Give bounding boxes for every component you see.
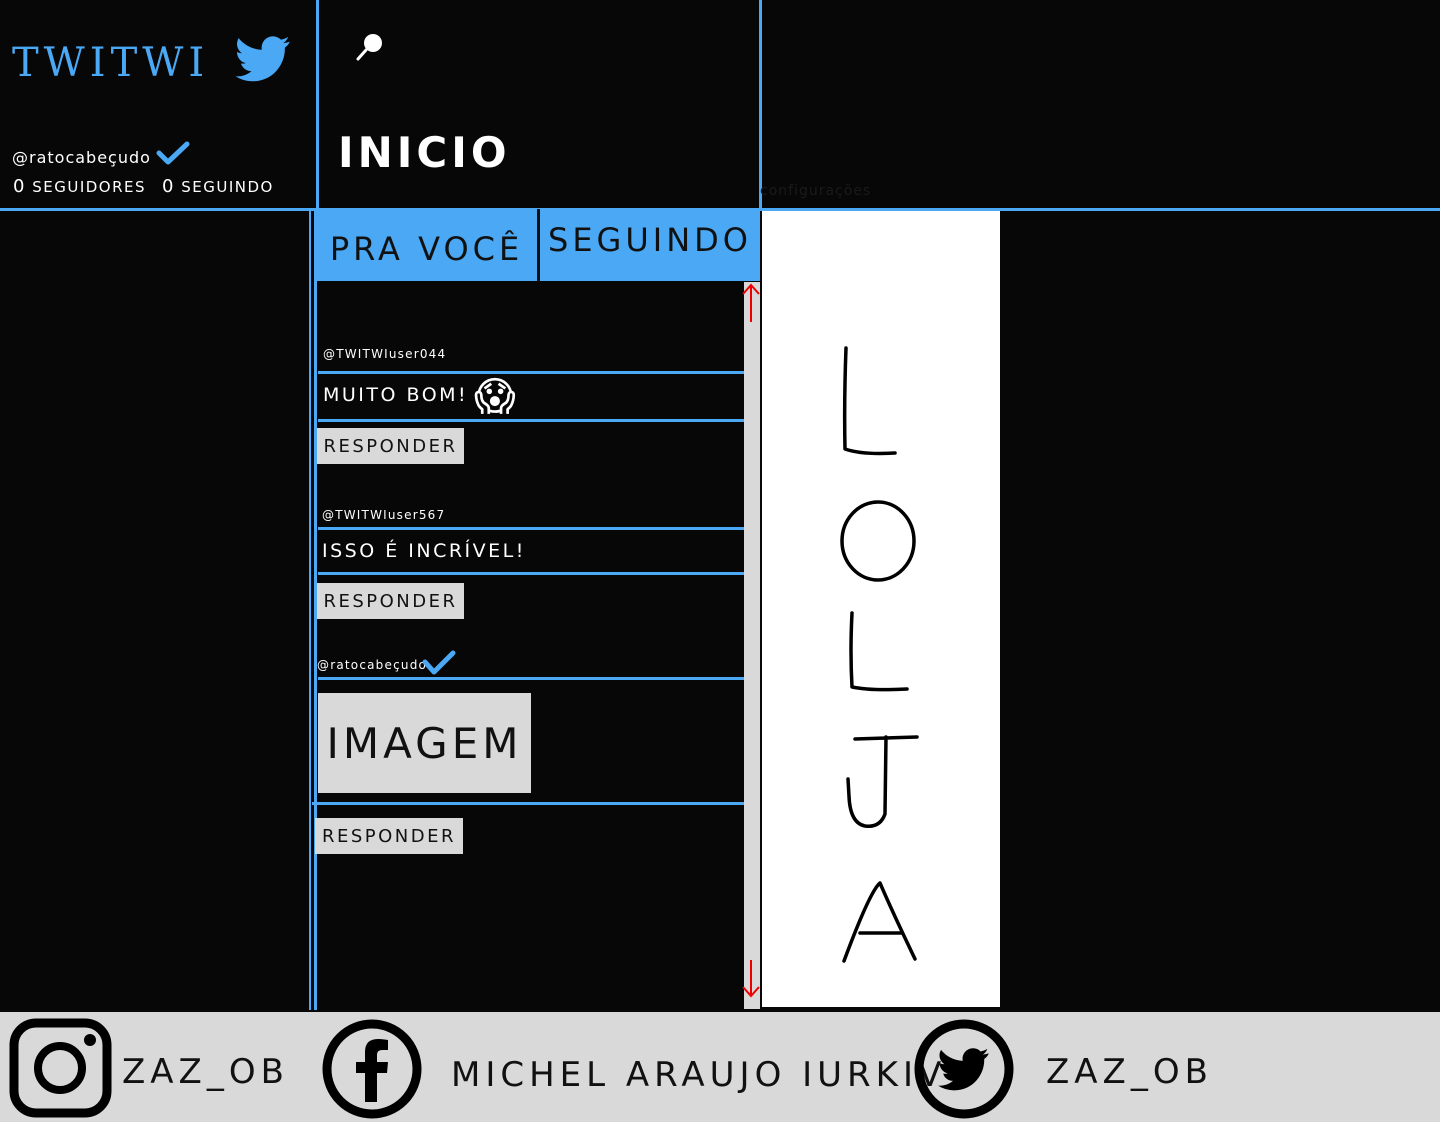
twitter-icon[interactable] <box>913 1018 1015 1120</box>
followers-stat[interactable]: 0 SEGUIDORES <box>13 176 146 197</box>
divider <box>309 210 311 1010</box>
post-divider <box>318 677 745 680</box>
instagram-icon[interactable] <box>9 1018 112 1118</box>
following-stat[interactable]: 0 SEGUINDO <box>162 176 274 197</box>
post-divider <box>318 371 745 374</box>
reply-button[interactable]: RESPONDER <box>317 583 464 619</box>
reply-button[interactable]: RESPONDER <box>317 428 464 464</box>
settings-link[interactable]: configurações <box>760 183 871 199</box>
post-divider <box>318 419 745 422</box>
post-divider <box>318 572 745 575</box>
reply-button[interactable]: RESPONDER <box>315 818 463 854</box>
brand-name: TWITWI <box>12 40 210 86</box>
twitter-handle[interactable]: ZAZ_OB <box>1046 1052 1213 1092</box>
post-author[interactable]: @ratocabeçudo <box>317 658 427 672</box>
feed-scrollbar[interactable] <box>744 282 760 1009</box>
instagram-handle[interactable]: ZAZ_OB <box>122 1052 289 1092</box>
followers-count: 0 <box>13 176 26 197</box>
scroll-up-arrow-icon[interactable] <box>740 282 762 324</box>
ad-letter-o <box>840 500 916 582</box>
lolja-handwriting <box>840 346 919 963</box>
divider <box>759 0 762 210</box>
search-icon[interactable] <box>352 30 388 66</box>
ad-letter-j <box>846 735 919 828</box>
post-text: ISSO É INCRÍVEL! <box>322 540 526 562</box>
post-divider <box>318 527 745 530</box>
verified-check-icon <box>156 141 190 165</box>
ad-panel[interactable] <box>762 211 1000 1007</box>
ad-letter-a <box>842 881 917 963</box>
tab-pra-voce[interactable]: PRA VOCÊ <box>316 209 537 281</box>
post-divider <box>312 802 745 805</box>
tab-seguindo[interactable]: SEGUINDO <box>540 209 760 281</box>
facebook-icon[interactable] <box>321 1018 423 1120</box>
facebook-name[interactable]: MICHEL ARAUJO IURKIV <box>451 1055 946 1095</box>
post-author[interactable]: @TWITWIuser567 <box>322 508 445 522</box>
profile-handle[interactable]: @ratocabeçudo <box>12 148 151 167</box>
post-text: MUITO BOM! <box>323 384 469 406</box>
following-label: SEGUINDO <box>181 178 274 196</box>
following-count: 0 <box>162 176 175 197</box>
post-author[interactable]: @TWITWIuser044 <box>323 347 446 361</box>
twitter-bird-icon <box>235 36 290 82</box>
scroll-down-arrow-icon[interactable] <box>740 958 762 1000</box>
followers-label: SEGUIDORES <box>32 178 147 196</box>
verified-check-icon <box>422 650 456 675</box>
ad-letter-l <box>849 611 909 692</box>
page-title: INICIO <box>338 128 511 177</box>
screaming-face-emoji: 😱 <box>474 374 516 420</box>
divider <box>316 0 319 210</box>
ad-letter-l <box>842 346 897 456</box>
post-image[interactable]: IMAGEM <box>318 693 531 793</box>
